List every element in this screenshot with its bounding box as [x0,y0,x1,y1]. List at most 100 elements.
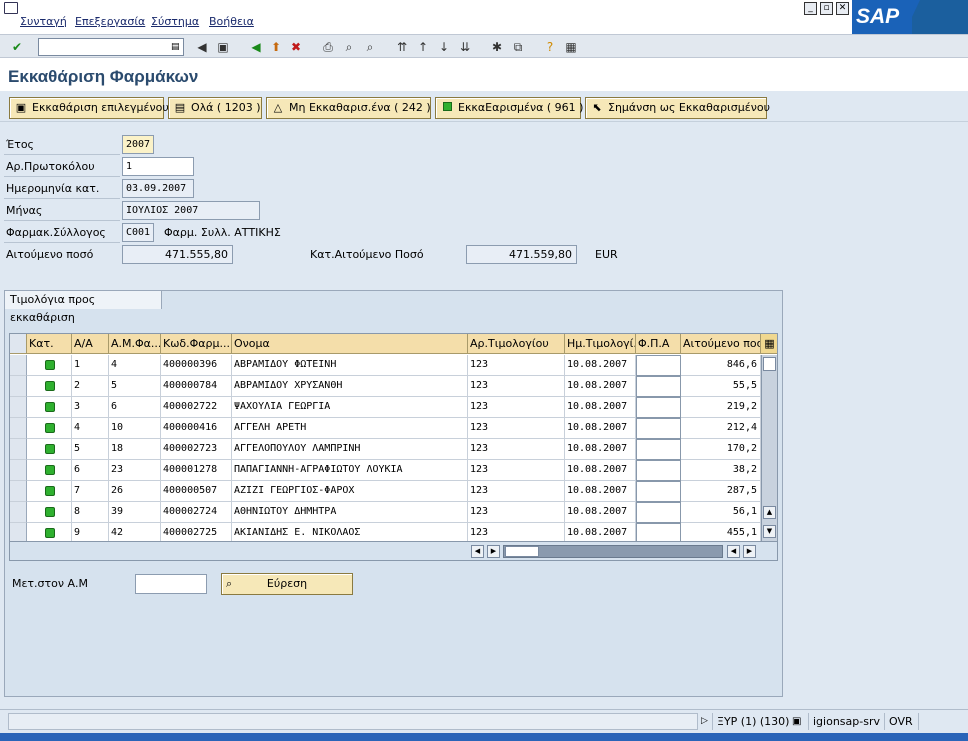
find-next-icon[interactable]: ⌕ [361,38,379,56]
protocol-field[interactable]: 1 [122,157,194,176]
column-settings-icon[interactable]: ▦ [761,334,777,354]
menu-item-recipe[interactable]: Συνταγή [20,15,67,28]
cell-vat-input[interactable] [636,502,681,523]
cell-vat-input[interactable] [636,481,681,502]
find-button[interactable]: ⌕ Εύρεση [221,573,353,595]
create-session-icon[interactable]: ✱ [488,38,506,56]
status-expand-icon[interactable]: ▷ [697,713,712,730]
menu-item-help[interactable]: Βοήθεια [209,15,254,28]
not-cleared-button[interactable]: △ Μη Εκκαθαρισ.ένα ( 242 ) [266,97,431,119]
table-row[interactable]: 3 6 400002722 ΨΑΧΟΥΛΙΑ ΓΕΩΡΓΙΑ 123 10.08.2007… [10,397,777,418]
previous-page-icon[interactable]: ↑ [414,38,432,56]
row-selector[interactable] [10,355,27,376]
cell-vat-input[interactable] [636,460,681,481]
cell-vat-input[interactable] [636,439,681,460]
save-icon[interactable]: ▣ [214,38,232,56]
vertical-scrollbar[interactable]: ▲ ▼ [761,355,777,541]
horizontal-scrollbar[interactable] [503,545,723,558]
next-page-icon[interactable]: ↓ [435,38,453,56]
column-header[interactable]: Ημ.Τιμολογί... [565,334,636,354]
table-row[interactable]: 6 23 400001278 ΠΑΠΑΓΙΑΝΝΗ-ΑΓΡΑΦΙΩΤΟΥ ΛΟΥΚΙΑ… [10,460,777,481]
row-selector[interactable] [10,397,27,418]
column-header[interactable]: Κωδ.Φαρμ... [161,334,232,354]
status-light-icon [27,439,72,460]
green-light-icon [45,360,55,370]
requested-amount-field: 471.555,80 [122,245,233,264]
scroll-right-icon[interactable]: ◀ [727,545,740,558]
row-selector[interactable] [10,439,27,460]
column-header[interactable]: Α/Α [72,334,109,354]
table-row[interactable]: 8 39 400002724 ΑΘΗΝΙΩΤΟΥ ΔΗΜΗΤΡΑ 123 10.08.20… [10,502,777,523]
row-selector[interactable] [10,481,27,502]
shortcut-icon[interactable]: ⧉ [509,38,527,56]
column-header[interactable]: Α.Μ.Φα... [109,334,161,354]
menu-item-edit[interactable]: Επεξεργασία [75,15,145,28]
select-all-header[interactable] [10,334,27,354]
cell-am: 39 [109,502,161,523]
clear-icon: ▣ [15,101,27,114]
cell-invoice: 123 [468,418,565,439]
cell-name: ΑΘΗΝΙΩΤΟΥ ΔΗΜΗΤΡΑ [232,502,468,523]
menu-item-system[interactable]: Σύστημα [151,15,199,28]
scroll-down-icon[interactable]: ▼ [763,525,776,538]
last-page-icon[interactable]: ⇊ [456,38,474,56]
cell-vat-input[interactable] [636,397,681,418]
table-footer: ◀ ▶ ◀ ▶ [10,541,777,560]
print-icon[interactable]: ⎙ [319,38,337,56]
cleared-button[interactable]: ΕκκαΕαρισμένα ( 961 ) [435,97,583,119]
clear-selected-button[interactable]: ▣ Εκκαθάριση επιλεγμένου [9,97,169,119]
cell-aa: 6 [72,460,109,481]
column-header[interactable]: Ονομα [232,334,468,354]
cell-date: 10.08.2007 [565,376,636,397]
back-small-icon[interactable]: ◀ [193,38,211,56]
table-row[interactable]: 1 4 400000396 ΑΒΡΑΜΙΔΟΥ ΦΩΤΕΙΝΗ 123 10.08.200… [10,355,777,376]
cell-vat-input[interactable] [636,418,681,439]
scroll-thumb[interactable] [763,357,776,371]
close-icon[interactable]: ✕ [836,2,849,15]
cell-am: 5 [109,376,161,397]
cell-code: 400000507 [161,481,232,502]
page-title: Εκκαθάριση Φαρμάκων [8,67,199,86]
cell-vat-input[interactable] [636,355,681,376]
horizontal-scroll-thumb[interactable] [505,546,539,557]
back-icon[interactable]: ◀ [247,38,265,56]
table-row[interactable]: 2 5 400000784 ΑΒΡΑΜΙΔΟΥ ΧΡΥΣΑΝΘΗ 123 10.08.20… [10,376,777,397]
exit-icon[interactable]: ⬆ [267,38,285,56]
row-selector[interactable] [10,460,27,481]
column-header[interactable]: Αρ.Τιμολογίου [468,334,565,354]
row-selector[interactable] [10,376,27,397]
scroll-left-icon[interactable]: ▶ [487,545,500,558]
maximize-icon[interactable]: ▫ [820,2,833,15]
all-button[interactable]: ▤ Ολά ( 1203 ) [168,97,262,119]
cell-aa: 7 [72,481,109,502]
help-icon[interactable]: ? [541,38,559,56]
column-header[interactable]: Φ.Π.Α [636,334,681,354]
scroll-first-icon[interactable]: ◀ [471,545,484,558]
mark-as-cleared-button[interactable]: ⬉ Σημάνση ως Εκκαθαρισμένου [585,97,770,119]
cell-name: ΑΓΓΕΛΟΠΟΥΛΟΥ ΛΑΜΠΡΙΝΗ [232,439,468,460]
cancel-icon[interactable]: ✖ [287,38,305,56]
system-info-icon[interactable]: ▣ [788,713,805,730]
layout-icon[interactable]: ▦ [562,38,580,56]
column-header[interactable]: Κατ. [27,334,72,354]
table-row[interactable]: 5 18 400002723 ΑΓΓΕΛΟΠΟΥΛΟΥ ΛΑΜΠΡΙΝΗ 123 10.0… [10,439,777,460]
row-selector[interactable] [10,502,27,523]
command-field[interactable]: ▤ [38,38,184,56]
cell-vat-input[interactable] [636,376,681,397]
first-page-icon[interactable]: ⇈ [393,38,411,56]
minimize-icon[interactable]: _ [804,2,817,15]
scroll-up-icon[interactable]: ▲ [763,506,776,519]
row-selector[interactable] [10,418,27,439]
enter-icon[interactable]: ✔ [8,38,26,56]
cleared-amount-label: Κατ.Αιτούμενο Ποσό [310,248,424,261]
table-row[interactable]: 7 26 400000507 ΑΖΙΖΙ ΓΕΩΡΓΙΟΣ-ΦΑΡΟΧ 123 10.08… [10,481,777,502]
table-row[interactable]: 4 10 400000416 ΑΓΓΕΛΗ ΑΡΕΤΗ 123 10.08.2007 212… [10,418,777,439]
dropdown-icon[interactable]: ▤ [171,41,181,53]
year-field[interactable]: 2007 [122,135,154,154]
column-header[interactable]: Αιτούμενο ποσ [681,334,761,354]
green-light-icon [45,444,55,454]
scroll-last-icon[interactable]: ▶ [743,545,756,558]
find-icon[interactable]: ⌕ [340,38,358,56]
system-menu-icon[interactable] [4,2,18,14]
search-input[interactable] [135,574,207,594]
